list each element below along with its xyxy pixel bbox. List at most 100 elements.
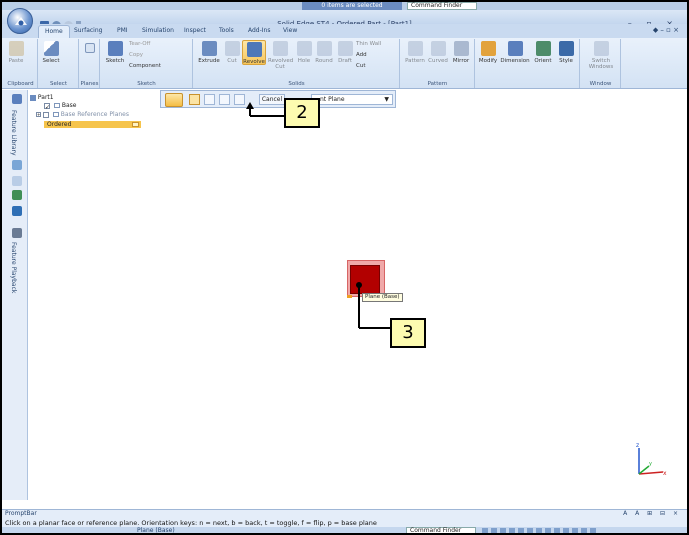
extrude-button[interactable]: Extrude <box>196 41 222 64</box>
triad-y-label: y <box>649 461 652 467</box>
prompt-bar-controls[interactable]: A A ⊞ ⊟ × <box>623 510 681 517</box>
coordinate-triad: z x y <box>636 442 667 477</box>
group-modify: Modify Dimension Orient Style <box>476 39 580 88</box>
sketch-button[interactable]: Sketch <box>104 41 126 64</box>
family-of-parts-icon[interactable] <box>12 206 22 216</box>
revolved-cut-label: Revolved Cut <box>268 58 294 70</box>
orient-label: Orient <box>534 58 552 64</box>
status-bar: Plane (Base) Command Finder <box>2 527 687 534</box>
planes-button[interactable] <box>83 43 97 55</box>
ribbon-help-controls[interactable]: ◆ – ▫ × <box>653 26 679 34</box>
pattern-button[interactable]: Pattern <box>404 41 426 64</box>
thin-wall-button[interactable]: Thin Wall <box>356 41 381 47</box>
tab-home[interactable]: Home <box>38 25 70 38</box>
paste-button[interactable]: Paste <box>7 41 25 64</box>
group-label-select: Select <box>50 81 67 87</box>
revolved-cut-button[interactable]: Revolved Cut <box>268 41 294 70</box>
pattern-label: Pattern <box>405 58 425 64</box>
plane-option-value: nt Plane <box>320 96 345 103</box>
style-label: Style <box>559 58 573 64</box>
draft-button[interactable]: Draft <box>336 41 354 64</box>
draft-label: Draft <box>338 58 352 64</box>
tree-item-base[interactable]: ✓ Base <box>44 102 76 111</box>
sketch-label: Sketch <box>105 58 125 64</box>
callout-3-leader <box>358 284 394 329</box>
pattern-icon <box>407 41 423 56</box>
group-clipboard: Paste Clipboard <box>4 39 38 88</box>
curved-icon <box>430 41 446 56</box>
step-plane-button[interactable] <box>189 94 200 105</box>
cut-small-button[interactable]: Cut <box>356 63 365 69</box>
grid-icon[interactable] <box>12 190 22 200</box>
revolve-button[interactable]: Revolve <box>242 40 266 65</box>
plane-handle-icon[interactable] <box>347 295 352 298</box>
group-label-sketch: Sketch <box>137 81 156 87</box>
dimension-button[interactable]: Dimension <box>500 41 530 64</box>
pathfinder-icon[interactable] <box>12 94 22 104</box>
base-checkbox[interactable]: ✓ <box>44 102 50 111</box>
paste-icon <box>8 41 24 56</box>
round-label: Round <box>315 58 333 64</box>
tab-surfacing[interactable]: Surfacing <box>74 27 102 34</box>
group-label-pattern: Pattern <box>427 81 448 87</box>
group-label-clipboard: Clipboard <box>7 81 34 87</box>
layers-icon[interactable] <box>12 160 22 170</box>
extrude-label: Extrude <box>198 58 220 64</box>
status-text: Plane (Base) <box>137 527 175 534</box>
part-icon <box>30 94 36 101</box>
select-button[interactable]: Select <box>42 41 60 64</box>
style-button[interactable]: Style <box>556 41 576 64</box>
thin-wall-label: Thin Wall <box>356 41 382 47</box>
base-plane-icon <box>53 103 60 108</box>
tree-item-ordered[interactable]: Ordered <box>44 121 141 128</box>
round-button[interactable]: Round <box>314 41 334 64</box>
step-profile-button[interactable] <box>204 94 215 105</box>
cut-icon <box>224 41 240 56</box>
tab-view[interactable]: View <box>283 27 297 34</box>
copy-button[interactable]: Copy <box>129 52 143 58</box>
paste-label: Paste <box>8 58 24 64</box>
tab-simulation[interactable]: Simulation <box>142 27 174 34</box>
revolve-command-icon[interactable] <box>165 93 183 107</box>
switch-windows-label: Switch Windows <box>588 58 614 70</box>
dimension-label: Dimension <box>500 58 530 64</box>
feature-playback-tab[interactable]: Feature Playback <box>10 242 17 293</box>
mirror-label: Mirror <box>452 58 470 64</box>
ribbon-tabs: Home Surfacing PMI Simulation Inspect To… <box>2 24 687 38</box>
add-button[interactable]: Add <box>356 52 367 58</box>
tab-inspect[interactable]: Inspect <box>184 27 206 34</box>
select-arrow-icon <box>43 41 59 56</box>
revolve-label: Revolve <box>243 59 265 65</box>
switch-windows-button[interactable]: Switch Windows <box>586 41 616 70</box>
cut-button[interactable]: Cut <box>224 41 240 64</box>
sensors-icon[interactable] <box>12 176 22 186</box>
component-button[interactable]: Component <box>129 63 161 69</box>
view-controls-icons[interactable] <box>482 528 597 533</box>
tree-item-ref-planes[interactable]: + Base Reference Planes <box>36 111 129 118</box>
left-docking-bar: Feature Library Feature Playback <box>2 90 28 500</box>
orient-button[interactable]: Orient <box>532 41 554 64</box>
tab-add-ins[interactable]: Add-Ins <box>248 27 270 34</box>
plane-option-select[interactable]: nt Plane ▼ <box>311 94 393 105</box>
application-button[interactable] <box>7 8 33 34</box>
curved-button[interactable]: Curved <box>428 41 448 64</box>
tab-tools[interactable]: Tools <box>219 27 234 34</box>
ref-planes-checkbox[interactable] <box>42 111 49 118</box>
tear-off-button[interactable]: Tear-Off <box>129 41 150 47</box>
playback-icon[interactable] <box>12 228 22 238</box>
ordered-handle-icon[interactable] <box>132 122 139 127</box>
round-icon <box>316 41 332 56</box>
hole-button[interactable]: Hole <box>296 41 312 64</box>
modify-button[interactable]: Modify <box>478 41 498 64</box>
command-finder-top[interactable]: Command Finder <box>407 2 477 10</box>
step-axis-button[interactable] <box>219 94 230 105</box>
style-icon <box>558 41 574 56</box>
tab-pmi[interactable]: PMI <box>117 27 128 34</box>
component-label: Component <box>129 63 161 69</box>
expand-plus-icon[interactable]: + <box>36 112 41 117</box>
triad-z-label: z <box>636 442 639 449</box>
tree-root[interactable]: Part1 <box>30 94 54 101</box>
mirror-button[interactable]: Mirror <box>450 41 472 64</box>
command-finder-bottom[interactable]: Command Finder <box>406 527 476 533</box>
feature-library-tab[interactable]: Feature Library <box>10 110 17 156</box>
